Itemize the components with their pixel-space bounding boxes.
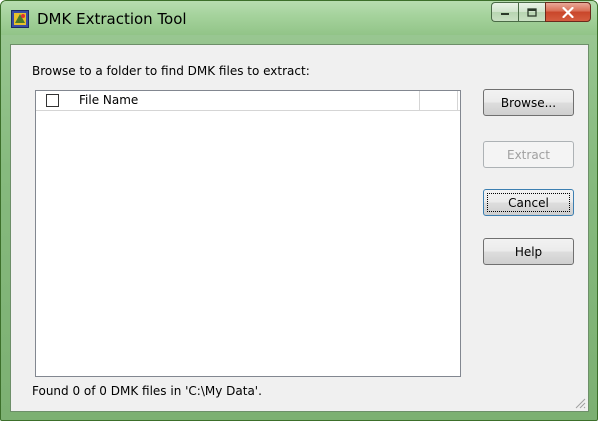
resize-grip-icon[interactable]: [574, 397, 586, 409]
column-header-file-name[interactable]: File Name: [36, 91, 420, 110]
focus-ring: [487, 193, 570, 212]
extract-button[interactable]: Extract: [483, 141, 574, 168]
column-header-label: File Name: [79, 93, 139, 107]
close-button[interactable]: [545, 2, 591, 22]
browse-button[interactable]: Browse...: [483, 89, 574, 116]
client-area: Browse to a folder to find DMK files to …: [10, 44, 589, 412]
select-all-checkbox[interactable]: [46, 94, 59, 107]
maximize-icon: [527, 7, 537, 17]
caption-buttons: [491, 2, 591, 24]
maximize-button[interactable]: [518, 2, 545, 22]
cancel-button[interactable]: Cancel: [483, 189, 574, 216]
main-window: DMK Extraction Tool Browse to a folder t…: [0, 0, 598, 421]
column-header-extra[interactable]: [420, 91, 458, 110]
instructions-label: Browse to a folder to find DMK files to …: [32, 64, 310, 78]
file-list[interactable]: File Name: [35, 90, 461, 377]
minimize-button[interactable]: [491, 2, 518, 22]
minimize-icon: [501, 13, 509, 15]
status-text: Found 0 of 0 DMK files in 'C:\My Data'.: [32, 384, 262, 398]
list-header: File Name: [36, 91, 460, 111]
close-icon: [562, 6, 574, 18]
window-title: DMK Extraction Tool: [37, 10, 187, 28]
help-button[interactable]: Help: [483, 238, 574, 265]
app-icon: [11, 10, 29, 28]
title-bar[interactable]: DMK Extraction Tool: [1, 1, 597, 35]
